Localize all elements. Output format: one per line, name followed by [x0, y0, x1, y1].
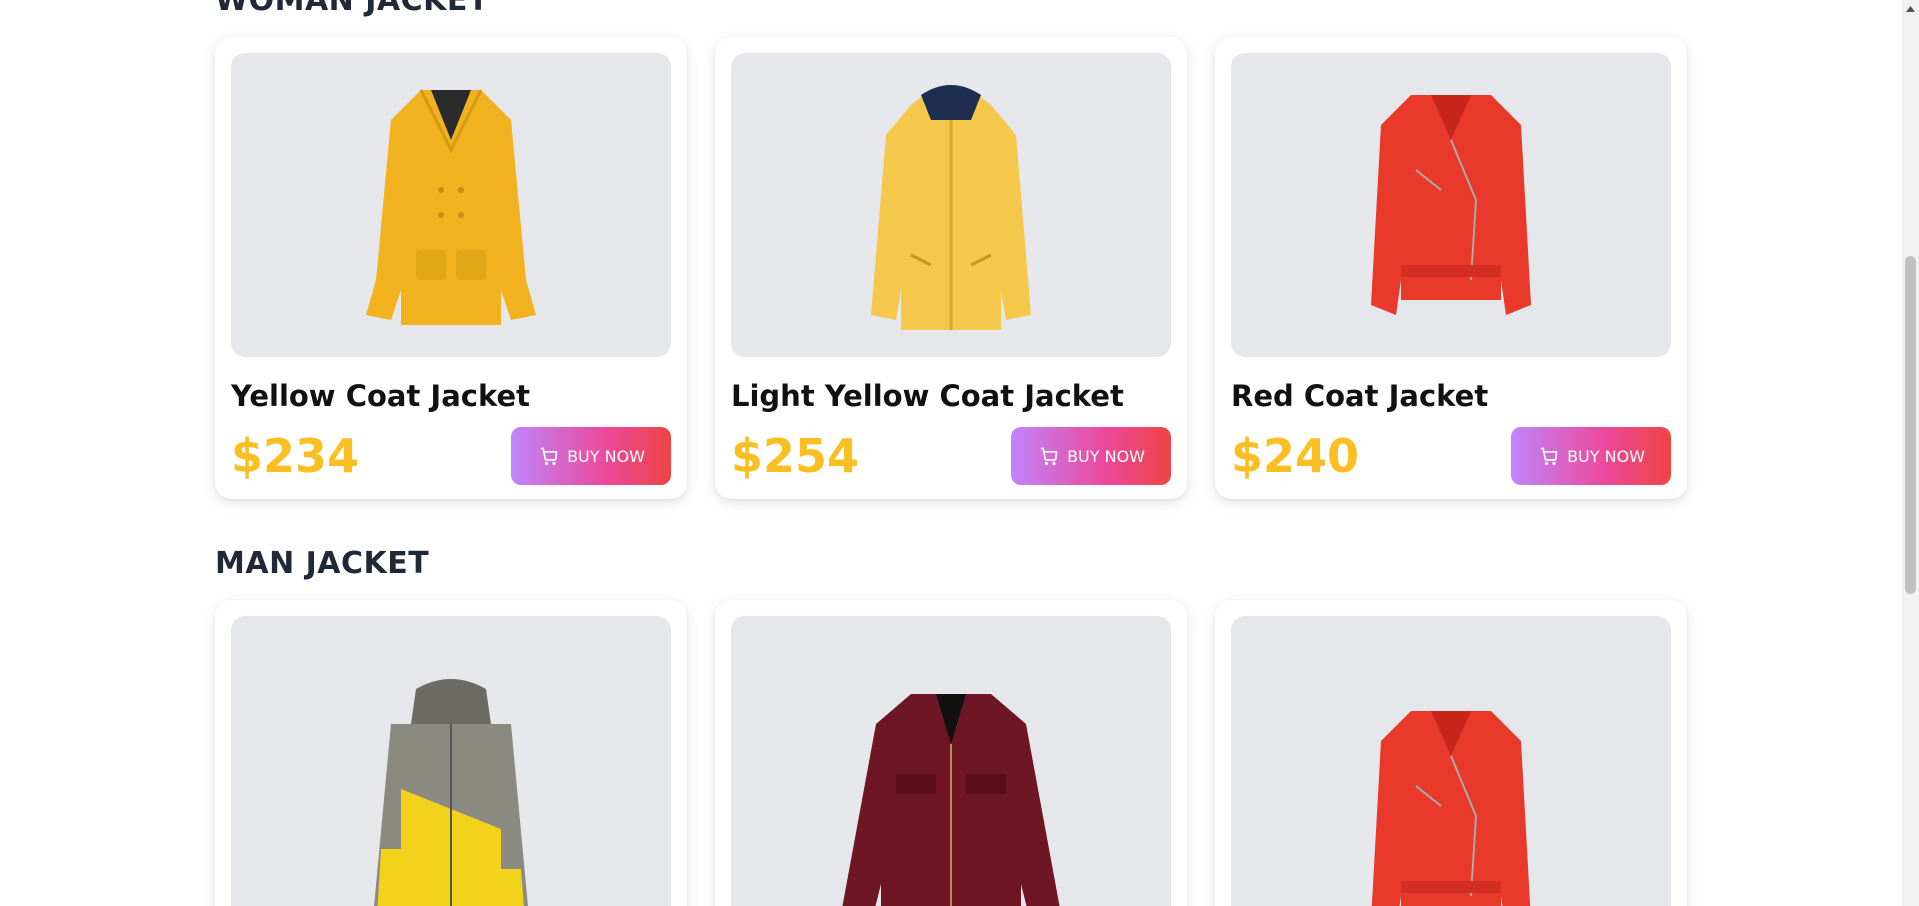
product-image-grey-yellow-puffer-jacket[interactable]	[231, 616, 671, 906]
light-yellow-raincoat-icon	[871, 85, 1031, 330]
red-biker-jacket-icon	[1371, 710, 1531, 906]
product-image-red-biker-jacket[interactable]	[1231, 53, 1671, 357]
product-card: Yellow Coat Jacket $234 BUY NOW	[215, 37, 687, 499]
product-name[interactable]: Yellow Coat Jacket	[231, 379, 671, 413]
product-image-yellow-coat[interactable]	[231, 53, 671, 357]
yellow-coat-icon	[366, 89, 536, 325]
product-name[interactable]: Red Coat Jacket	[1231, 379, 1671, 413]
product-image-red-biker-jacket[interactable]	[1231, 616, 1671, 906]
red-biker-jacket-icon	[1371, 95, 1531, 315]
product-card: Red Coat Jacket $240 BUY NOW	[1215, 37, 1687, 499]
product-card	[215, 600, 687, 906]
page: WOMAN JACKET Yellow Coat Jacket $234 BUY…	[0, 0, 1919, 906]
product-card	[715, 600, 1187, 906]
product-price: $240	[1231, 429, 1360, 483]
cart-icon	[1539, 446, 1559, 466]
puffer-jacket-icon	[374, 679, 528, 906]
chevron-up-icon[interactable]	[1902, 0, 1919, 17]
buy-now-button[interactable]: BUY NOW	[511, 427, 671, 485]
product-grid-woman: Yellow Coat Jacket $234 BUY NOW Light Ye…	[215, 37, 1687, 499]
vertical-scrollbar[interactable]	[1902, 0, 1919, 906]
product-image-light-yellow-raincoat[interactable]	[731, 53, 1171, 357]
scrollbar-thumb[interactable]	[1905, 256, 1916, 594]
product-grid-man	[215, 600, 1687, 906]
product-price: $234	[231, 429, 360, 483]
buy-now-label: BUY NOW	[1067, 446, 1145, 466]
product-image-maroon-leather-jacket[interactable]	[731, 616, 1171, 906]
buy-now-button[interactable]: BUY NOW	[1011, 427, 1171, 485]
section-title-woman-jacket: WOMAN JACKET	[215, 0, 489, 18]
product-footer: $254 BUY NOW	[731, 427, 1171, 485]
buy-now-label: BUY NOW	[1567, 446, 1645, 466]
section-title-man-jacket: MAN JACKET	[215, 546, 430, 581]
product-footer: $234 BUY NOW	[231, 427, 671, 485]
cart-icon	[1039, 446, 1059, 466]
product-footer: $240 BUY NOW	[1231, 427, 1671, 485]
product-name[interactable]: Light Yellow Coat Jacket	[731, 379, 1171, 413]
product-card: Light Yellow Coat Jacket $254 BUY NOW	[715, 37, 1187, 499]
product-card	[1215, 600, 1687, 906]
product-price: $254	[731, 429, 860, 483]
leather-jacket-icon	[842, 694, 1060, 906]
buy-now-label: BUY NOW	[567, 446, 645, 466]
buy-now-button[interactable]: BUY NOW	[1511, 427, 1671, 485]
cart-icon	[539, 446, 559, 466]
